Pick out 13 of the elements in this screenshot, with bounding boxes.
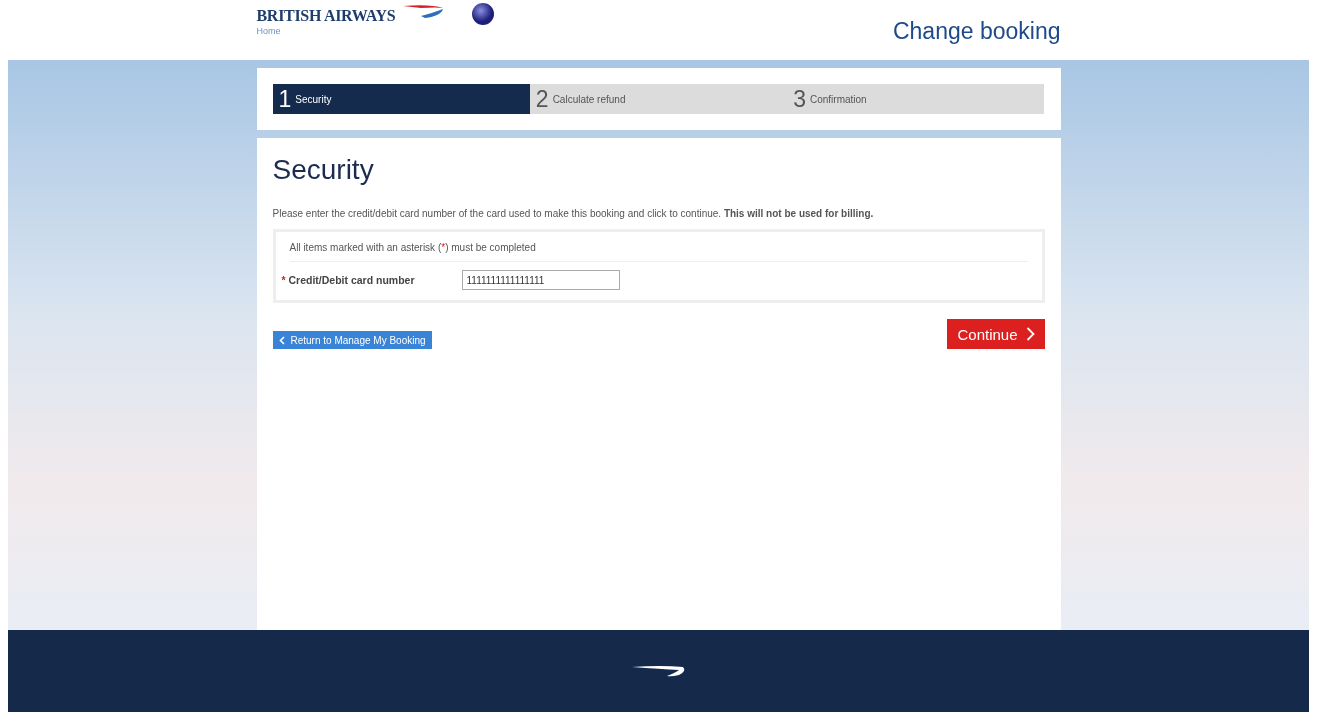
- required-note: All items marked with an asterisk (*) must be completed: [289, 242, 1028, 262]
- home-link[interactable]: Home: [256, 26, 496, 36]
- section-heading: Security: [272, 154, 375, 186]
- back-button[interactable]: Return to Manage My Booking: [272, 331, 432, 349]
- globe-icon: [471, 2, 496, 26]
- chevron-right-icon: [1025, 327, 1035, 341]
- page-title: Change booking: [892, 18, 1061, 45]
- field-label: * Credit/Debit card number: [281, 274, 416, 286]
- card-number-field[interactable]: 1111111111111111: [461, 270, 620, 290]
- continue-button[interactable]: Continue: [947, 319, 1045, 349]
- instruction-text: Please enter the credit/debit card number of the card used to make this booking and click to continue. This will not be used for billing.: [272, 208, 875, 219]
- brand-name: BRITISH AIRWAYS: [256, 7, 396, 25]
- chevron-left-icon: [278, 335, 285, 345]
